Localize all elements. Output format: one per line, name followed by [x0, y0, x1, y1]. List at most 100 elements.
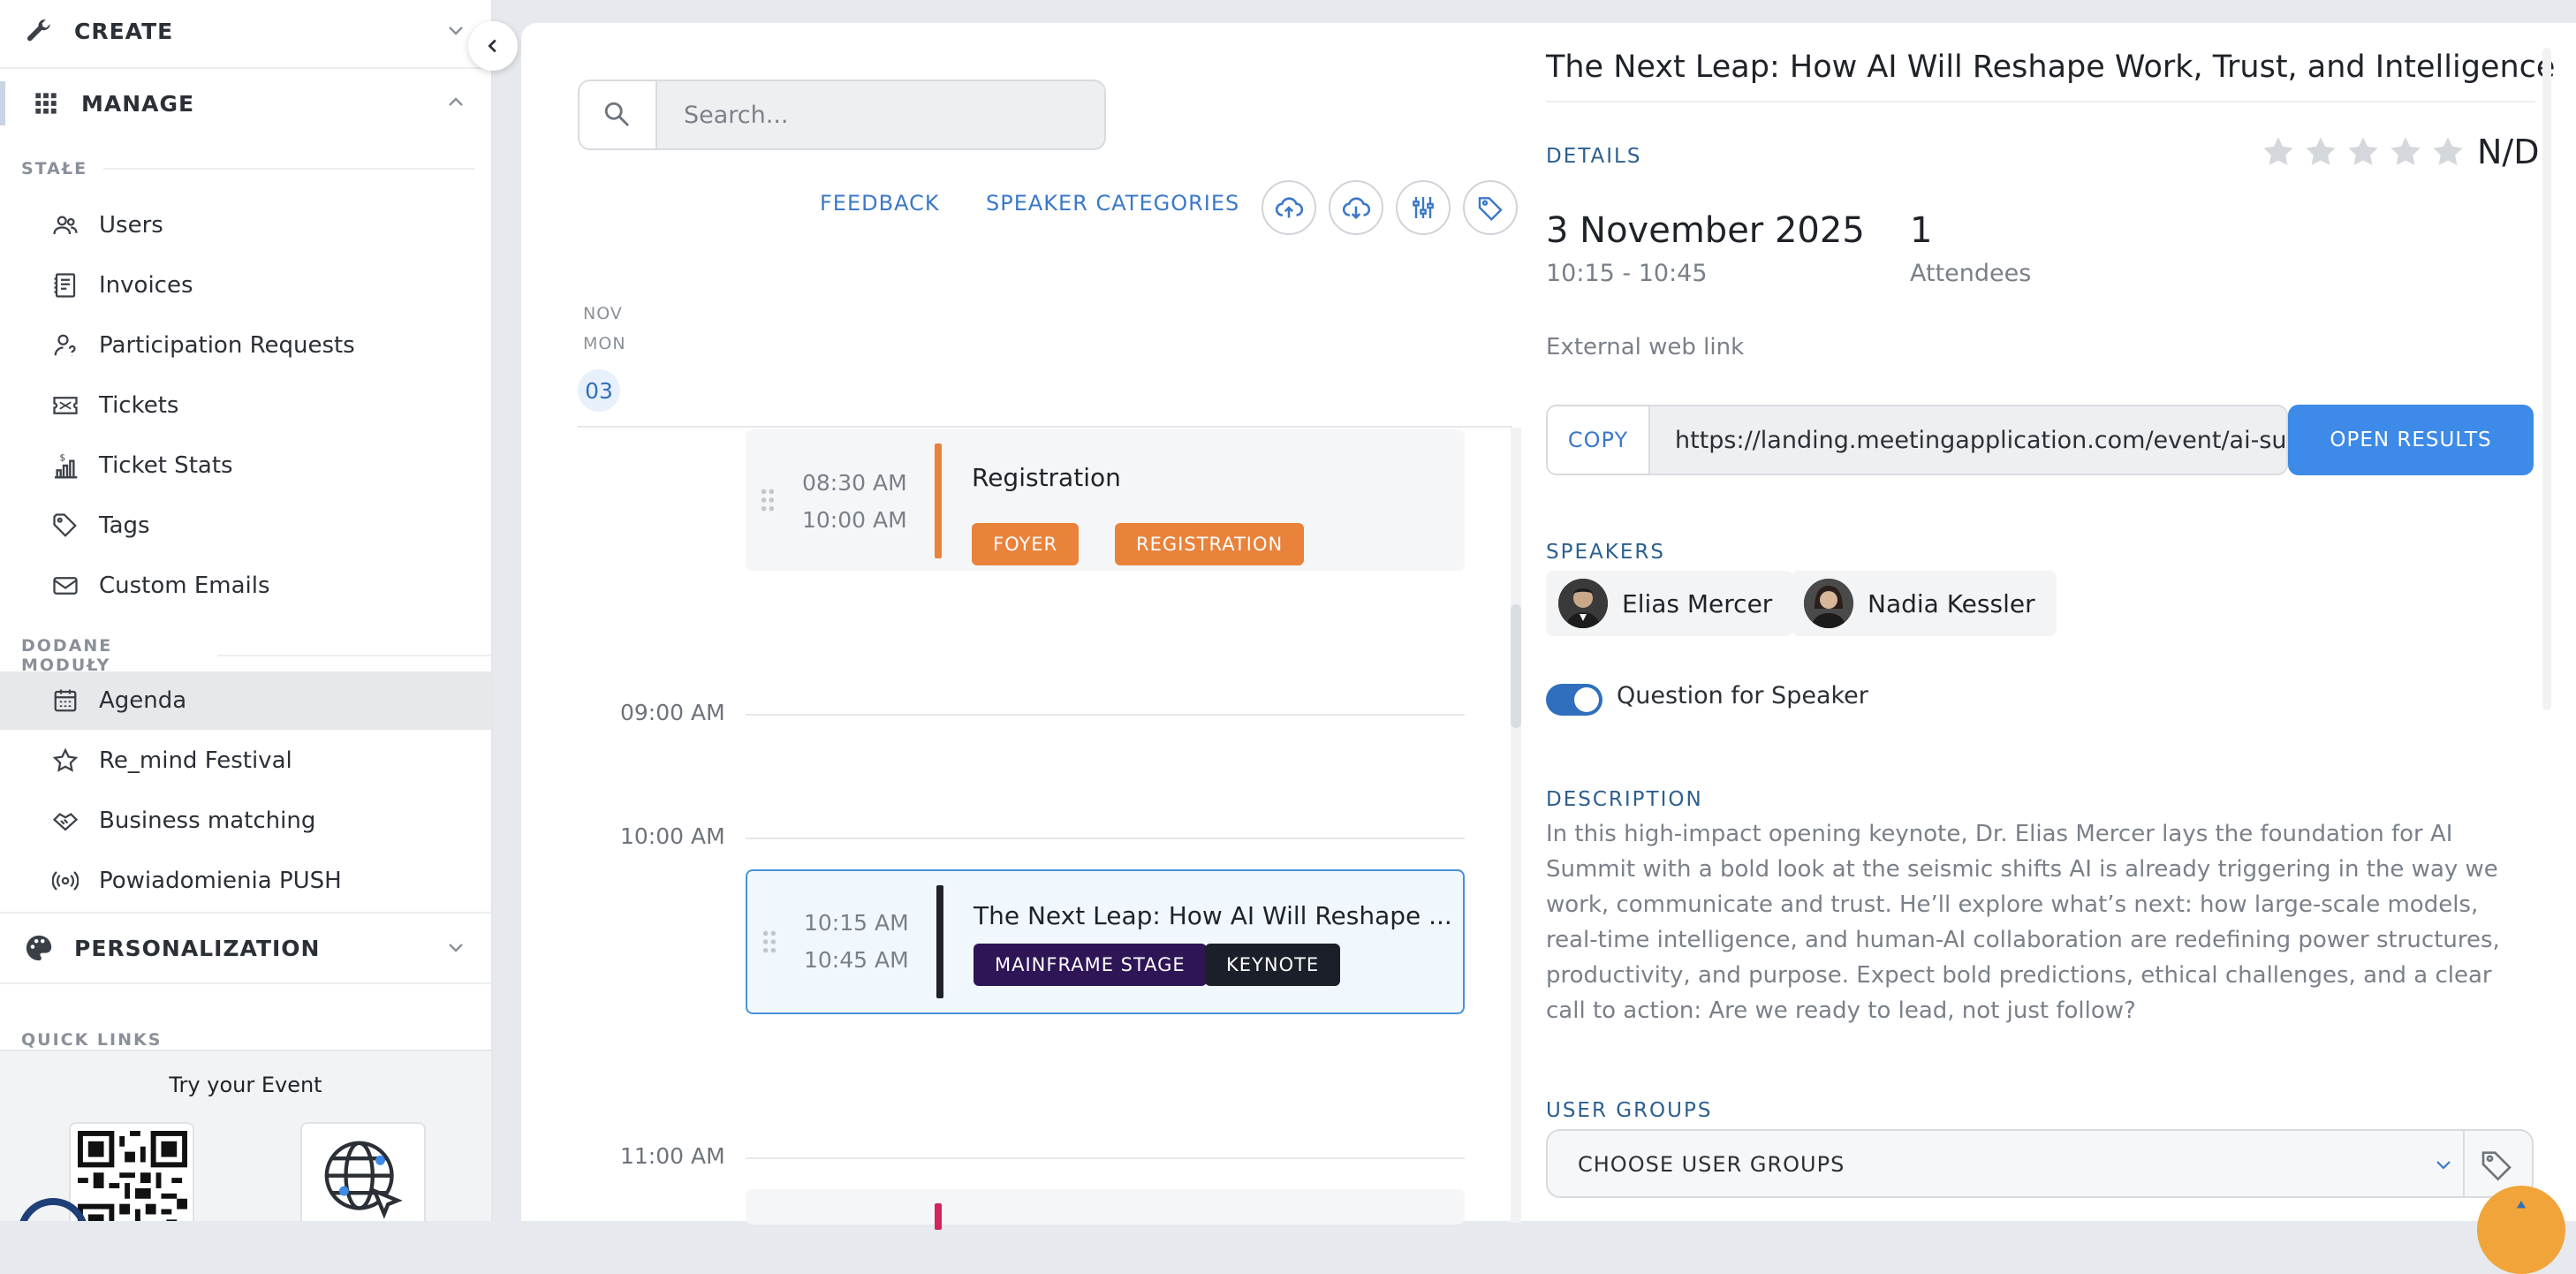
tag-icon [1478, 197, 1503, 222]
bar-chart-icon: $ [49, 450, 81, 482]
sidebar-item-label: Business matching [99, 808, 316, 834]
event-tag: KEYNOTE [1205, 944, 1341, 986]
copy-link-button[interactable]: COPY [1548, 406, 1650, 474]
weekday-label: MON [583, 334, 626, 353]
calendar-scrollbar[interactable] [1511, 428, 1521, 1223]
download-button[interactable] [1329, 180, 1383, 235]
event-start-time: 08:30 AM [802, 470, 907, 496]
help-chat-button[interactable] [2477, 1186, 2565, 1274]
tag-icon[interactable] [2479, 1147, 2514, 1182]
speaker-name: Nadia Kessler [1868, 588, 2035, 618]
broadcast-icon [49, 865, 81, 897]
sidebar-item-label: Custom Emails [99, 573, 270, 599]
event-url-field[interactable]: https://landing.meetingapplication.com/e… [1650, 406, 2286, 474]
hour-label: 11:00 AM [620, 1143, 725, 1169]
sidebar-item-agenda[interactable]: Agenda [0, 671, 491, 730]
mail-icon [49, 570, 81, 602]
sidebar-section-manage[interactable]: MANAGE [0, 69, 491, 138]
chevron-down-icon [449, 944, 463, 952]
month-label: NOV [583, 304, 623, 323]
sliders-icon [1413, 197, 1434, 218]
avatar [1558, 579, 1608, 628]
sidebar-item-label: Agenda [99, 687, 187, 714]
wrench-icon [21, 13, 57, 49]
group-label-text: QUICK LINKS [21, 1030, 163, 1050]
speaker-name: Elias Mercer [1622, 588, 1773, 618]
tags-button[interactable] [1463, 180, 1518, 235]
event-times: 08:30 AM 10:00 AM [802, 465, 907, 539]
users-icon [49, 209, 81, 241]
star-icon [49, 745, 81, 777]
agenda-event-registration[interactable]: 08:30 AM 10:00 AM Registration FOYER REG… [746, 429, 1465, 571]
speaker-categories-button[interactable]: SPEAKER CATEGORIES [986, 191, 1239, 216]
event-start-time: 10:15 AM [804, 910, 909, 936]
speaker-chip[interactable]: Elias Mercer [1546, 571, 1794, 636]
search-input[interactable] [657, 81, 1104, 148]
chat-icon [2517, 1201, 2526, 1209]
day-number[interactable]: 03 [578, 369, 620, 412]
feedback-button[interactable]: FEEDBACK [820, 191, 940, 216]
user-groups-select-label: CHOOSE USER GROUPS [1578, 1152, 1845, 1177]
sidebar-item-tickets[interactable]: Tickets [0, 376, 491, 435]
handshake-icon [49, 805, 81, 837]
web-preview-button[interactable] [300, 1122, 426, 1221]
sidebar-create-label: CREATE [74, 18, 174, 44]
sidebar-item-label: Tickets [99, 392, 179, 419]
sidebar-section-create[interactable]: CREATE [0, 0, 491, 65]
sidebar-item-tags[interactable]: Tags [0, 497, 491, 555]
sidebar-item-users[interactable]: Users [0, 196, 491, 254]
sidebar-item-push-notifications[interactable]: Powiadomienia PUSH [0, 852, 491, 910]
sidebar-item-label: Ticket Stats [99, 452, 233, 479]
sidebar-item-participation-requests[interactable]: Participation Requests [0, 316, 491, 375]
event-end-time: 10:45 AM [804, 947, 909, 973]
speakers-label: SPEAKERS [1546, 541, 1665, 564]
detail-scrollbar[interactable] [2542, 48, 2551, 710]
event-time-range: 10:15 - 10:45 [1546, 260, 1708, 287]
agenda-event-next[interactable] [746, 1189, 1465, 1230]
group-label-modules: DODANE MODUŁY [21, 636, 491, 675]
event-times: 10:15 AM 10:45 AM [804, 905, 909, 979]
star-icon [2306, 137, 2336, 165]
rating-value: N/D [2477, 133, 2540, 171]
drag-handle-icon[interactable] [760, 488, 776, 512]
sidebar-item-invoices[interactable]: Invoices [0, 256, 491, 315]
agenda-event-keynote[interactable]: 10:15 AM 10:45 AM The Next Leap: How AI … [746, 869, 1465, 1014]
upload-button[interactable] [1261, 180, 1316, 235]
hour-label: 09:00 AM [620, 700, 725, 725]
divider [0, 982, 491, 984]
qr-code[interactable] [69, 1122, 194, 1221]
drag-handle-icon[interactable] [761, 929, 777, 954]
user-groups-select[interactable]: CHOOSE USER GROUPS [1546, 1129, 2534, 1198]
event-color-bar [936, 885, 943, 998]
sidebar-item-custom-emails[interactable]: Custom Emails [0, 557, 491, 615]
question-for-speaker-label: Question for Speaker [1617, 682, 1868, 709]
attendees-label: Attendees [1910, 260, 2032, 287]
sidebar-item-ticket-stats[interactable]: $ Ticket Stats [0, 436, 491, 495]
sidebar-item-label: Tags [99, 512, 150, 539]
event-tag: FOYER [972, 523, 1080, 565]
grid-icon [28, 86, 64, 121]
tag-icon [49, 510, 81, 542]
group-label-quick-links: QUICK LINKS [21, 1030, 162, 1050]
speaker-chip[interactable]: Nadia Kessler [1792, 571, 2057, 636]
sidebar-item-label: Participation Requests [99, 332, 355, 359]
quick-links-panel: Try your Event [0, 1050, 491, 1221]
question-for-speaker-toggle[interactable] [1546, 684, 1602, 716]
sidebar-section-personalization[interactable]: PERSONALIZATION [0, 914, 491, 982]
sidebar-item-label: Users [99, 212, 163, 239]
main-panel: FEEDBACK SPEAKER CATEGORIES NOV MON 03 0… [521, 23, 2576, 1274]
sidebar-item-business-matching[interactable]: Business matching [0, 792, 491, 850]
divider [1546, 101, 2535, 102]
sidebar-item-remind-festival[interactable]: Re_mind Festival [0, 732, 491, 790]
chevron-left-icon [488, 39, 496, 53]
collapse-sidebar-button[interactable] [468, 21, 518, 71]
scrollbar-thumb[interactable] [1511, 604, 1521, 728]
chevron-down-icon [2436, 1161, 2451, 1170]
open-results-button[interactable]: OPEN RESULTS [2288, 405, 2534, 475]
search-icon[interactable] [580, 81, 657, 148]
filters-button[interactable] [1396, 180, 1451, 235]
sidebar-personalization-label: PERSONALIZATION [74, 935, 321, 961]
search-box [578, 80, 1106, 150]
hour-label: 10:00 AM [620, 823, 725, 849]
chevron-down-icon [449, 27, 463, 35]
